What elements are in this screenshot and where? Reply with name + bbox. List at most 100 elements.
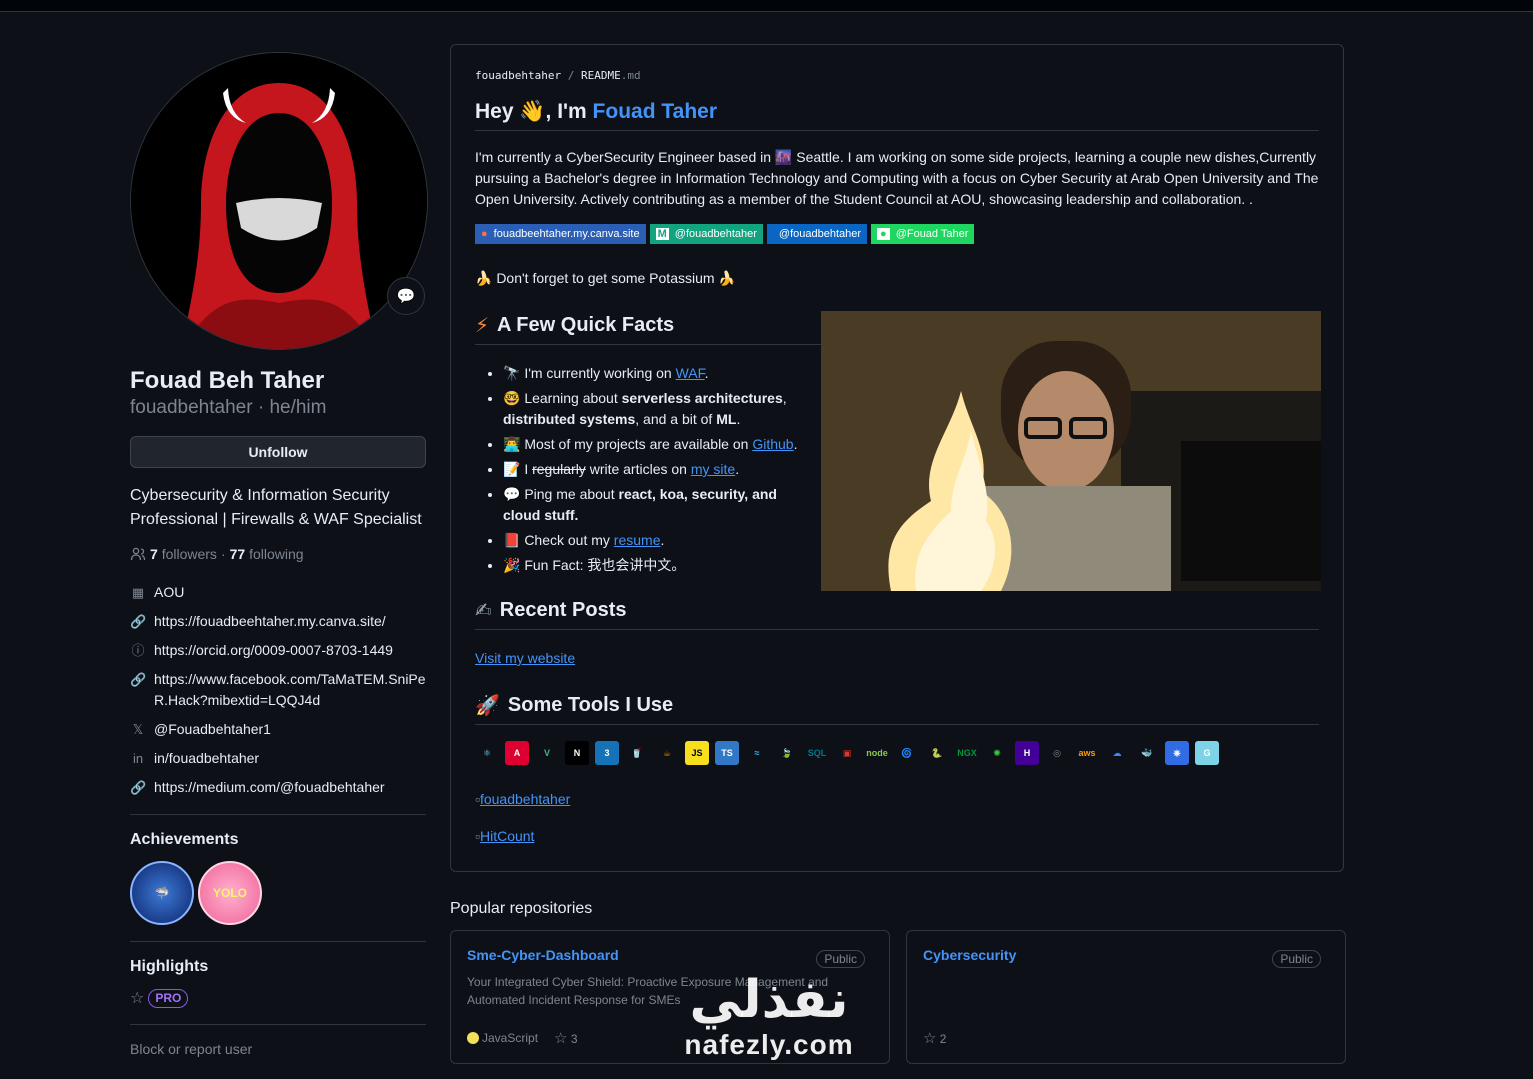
- divider: [130, 1024, 426, 1025]
- shield-linkedin[interactable]: @fouadbehtaher: [766, 224, 868, 244]
- block-or-report-link[interactable]: Block or report user: [130, 1041, 426, 1057]
- spring-icon: 🌀: [901, 747, 913, 758]
- detail-organization: ▦ AOU: [130, 582, 426, 603]
- aws-icon: aws: [1078, 748, 1096, 758]
- breadcrumb-file[interactable]: README: [581, 69, 621, 82]
- star-icon: ☆: [554, 1030, 568, 1047]
- resume-link[interactable]: resume: [614, 532, 661, 548]
- profile-full-name: Fouad Beh Taher: [130, 367, 325, 394]
- gopher-icon: G: [1195, 741, 1219, 765]
- hooded-devil-avatar-image: [131, 53, 427, 349]
- unfollow-button[interactable]: Unfollow: [130, 436, 426, 468]
- recent-posts-heading: ✍ Recent Posts: [475, 598, 1319, 630]
- popular-repos-title: Popular repositories: [450, 900, 593, 917]
- profile-readme: fouadbehtaher / README.md Hey 👋, I'm Fou…: [450, 44, 1344, 872]
- redux-icon: 🥤: [631, 747, 643, 758]
- fact-item: 🔭 I'm currently working on WAF.: [503, 363, 813, 384]
- fact-item: 📝 I regularly write articles on my site.: [503, 459, 813, 480]
- fact-item: 💬 Ping me about react, koa, security, an…: [503, 484, 813, 526]
- repo-stars-link[interactable]: ☆ 2: [923, 1029, 946, 1047]
- fact-item: 🤓 Learning about serverless architecture…: [503, 388, 813, 430]
- profile-pronouns: he/him: [269, 397, 327, 418]
- repo-language: JavaScript: [467, 1031, 538, 1045]
- repo-name-link[interactable]: Cybersecurity: [923, 947, 1329, 963]
- detail-orcid[interactable]: ⓘ https://orcid.org/0009-0007-8703-1449: [130, 640, 426, 661]
- star-icon: ☆: [130, 990, 145, 1007]
- achievement-yolo-badge[interactable]: YOLO: [198, 861, 262, 925]
- greeting-name-link[interactable]: Fouad Taher: [593, 100, 717, 123]
- vue-icon: V: [543, 748, 550, 758]
- repo-card: Cybersecurity Public ☆ 2: [906, 930, 1346, 1064]
- my-site-link[interactable]: my site: [691, 461, 735, 477]
- language-color-dot: [467, 1032, 479, 1044]
- nginx-icon: NGX: [957, 748, 977, 758]
- detail-twitter[interactable]: 𝕏 @Fouadbehtaher1: [130, 719, 426, 740]
- tools-heading: 🚀 Some Tools I Use: [475, 693, 1319, 725]
- avatar[interactable]: [130, 52, 428, 350]
- detail-medium[interactable]: 🔗 https://medium.com/@fouadbehtaher: [130, 777, 426, 798]
- potassium-line: 🍌 Don't forget to get some Potassium 🍌: [475, 270, 736, 286]
- fact-item: 🎉 Fun Fact: 我也会讲中文。: [503, 555, 813, 576]
- breadcrumb-user[interactable]: fouadbehtaher: [475, 69, 561, 82]
- achievement-pull-shark-badge[interactable]: 🦈: [130, 861, 194, 925]
- docker-icon: 🐳: [1141, 747, 1153, 758]
- link-icon: 🔗: [130, 672, 147, 687]
- follow-counts: 7 followers · 77 following: [130, 546, 426, 562]
- profile-login: fouadbehtaher: [130, 397, 253, 418]
- shield-spotify[interactable]: ● @Fouad Taher: [871, 224, 975, 244]
- repo-meta: ☆ 2: [923, 1029, 946, 1047]
- repo-name-link[interactable]: Sme-Cyber-Dashboard: [467, 947, 873, 963]
- waf-link[interactable]: WAF: [676, 365, 705, 381]
- repo-stars-link[interactable]: ☆ 3: [554, 1029, 577, 1047]
- hitcount-image-link[interactable]: HitCount: [480, 828, 534, 844]
- linkedin-icon: in: [132, 751, 144, 766]
- pen-icon: ✍: [475, 600, 492, 622]
- detail-linkedin[interactable]: in in/fouadbehtaher: [130, 748, 426, 769]
- github-stats-image-link[interactable]: fouadbehtaher: [480, 791, 570, 807]
- readme-intro: I'm currently a CyberSecurity Engineer b…: [475, 149, 1319, 207]
- github-link[interactable]: Github: [752, 436, 793, 452]
- organization-icon: ▦: [131, 585, 145, 600]
- profile-bio: Cybersecurity & Information Security Pro…: [130, 487, 422, 528]
- nafezly-watermark: نفذلي nafezly.com: [674, 970, 864, 1078]
- github-icon: ◎: [1053, 747, 1061, 758]
- nodejs-icon: node: [866, 748, 888, 758]
- profile-login-line: fouadbehtaher · he/him: [130, 397, 327, 418]
- profile-details: ▦ AOU 🔗 https://fouadbeehtaher.my.canva.…: [130, 582, 426, 798]
- react-icon: ⚛: [482, 747, 492, 758]
- watermark-arabic: نفذلي: [689, 970, 849, 1030]
- java-icon: ☕: [662, 747, 672, 758]
- shield-website[interactable]: ● fouadbeehtaher.my.canva.site: [475, 224, 646, 244]
- fact-item: 📕 Check out my resume.: [503, 530, 813, 551]
- typescript-icon: TS: [715, 741, 739, 765]
- status-emoji-button[interactable]: 💬: [387, 277, 425, 315]
- achievements-list: 🦈 YOLO: [130, 861, 426, 925]
- orcid-icon: ⓘ: [131, 643, 145, 658]
- followers-link[interactable]: 7 followers: [150, 546, 217, 562]
- spotify-icon: ●: [877, 228, 890, 240]
- following-link[interactable]: 77 following: [230, 546, 304, 562]
- link-icon: 🔗: [130, 614, 147, 629]
- speech-bubble-icon: 💬: [396, 288, 416, 305]
- readme-breadcrumb: fouadbehtaher / README.md: [475, 69, 641, 82]
- highlights-title: Highlights: [130, 958, 209, 975]
- detail-facebook[interactable]: 🔗 https://www.facebook.com/TaMaTEM.SniPe…: [130, 669, 426, 711]
- it-crowd-fire-gif: [821, 311, 1321, 591]
- redis-icon: ▣: [842, 747, 852, 758]
- highlights-list: ☆ PRO: [130, 988, 426, 1008]
- visit-website-link[interactable]: Visit my website: [475, 650, 575, 666]
- readme-greeting-heading: Hey 👋, I'm Fouad Taher: [475, 100, 1319, 131]
- achievements-title: Achievements: [130, 831, 239, 848]
- repo-meta: JavaScript ☆ 3: [467, 1029, 578, 1047]
- medium-icon: M: [655, 228, 669, 240]
- x-logo-icon: 𝕏: [132, 722, 144, 737]
- shield-medium[interactable]: M @fouadbehtaher: [649, 224, 763, 244]
- mysql-icon: SQL: [807, 748, 827, 758]
- detail-website[interactable]: 🔗 https://fouadbeehtaher.my.canva.site/: [130, 611, 426, 632]
- lightning-icon: ⚡: [475, 315, 490, 337]
- pro-badge: PRO: [148, 988, 189, 1008]
- tools-icons: ⚛ A V N 3 🥤 ☕ JS TS ≈ 🍃 SQL ▣ node 🌀 🐍 NGX ✺ H ◎ aws ☁ 🐳 ⎈ G: [475, 741, 1319, 765]
- divider: [130, 941, 426, 942]
- nextjs-icon: N: [565, 741, 589, 765]
- visibility-badge: Public: [816, 950, 865, 968]
